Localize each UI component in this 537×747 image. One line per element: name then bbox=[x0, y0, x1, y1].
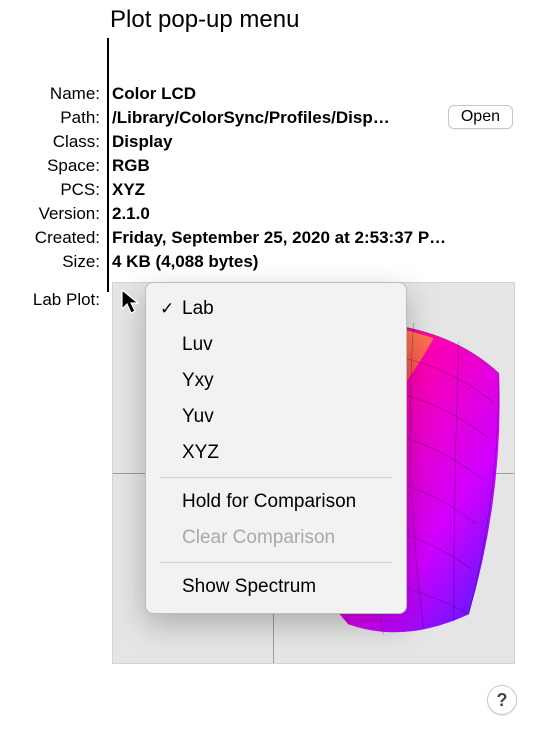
cursor-icon bbox=[121, 289, 143, 315]
menu-item-label: XYZ bbox=[182, 439, 219, 467]
value-created: Friday, September 25, 2020 at 2:53:37 P… bbox=[112, 226, 513, 250]
row-class: Class: Display bbox=[18, 130, 513, 154]
label-pcs: PCS: bbox=[18, 178, 104, 202]
menu-item-yuv[interactable]: Yuv bbox=[146, 399, 406, 435]
annotation-label: Plot pop-up menu bbox=[110, 6, 299, 34]
value-path: /Library/ColorSync/Profiles/Disp… bbox=[112, 106, 392, 130]
value-pcs: XYZ bbox=[112, 178, 513, 202]
value-version: 2.1.0 bbox=[112, 202, 513, 226]
menu-item-label: Show Spectrum bbox=[182, 573, 316, 601]
menu-item-label: Yxy bbox=[182, 367, 214, 395]
label-name: Name: bbox=[18, 82, 104, 106]
row-pcs: PCS: XYZ bbox=[18, 178, 513, 202]
menu-item-xyz[interactable]: XYZ bbox=[146, 435, 406, 471]
label-created: Created: bbox=[18, 226, 104, 250]
row-space: Space: RGB bbox=[18, 154, 513, 178]
value-class: Display bbox=[112, 130, 513, 154]
menu-item-clear-comparison: Clear Comparison bbox=[146, 520, 406, 556]
row-created: Created: Friday, September 25, 2020 at 2… bbox=[18, 226, 513, 250]
menu-item-label: Lab bbox=[182, 295, 214, 323]
label-version: Version: bbox=[18, 202, 104, 226]
menu-item-luv[interactable]: Luv bbox=[146, 327, 406, 363]
value-name: Color LCD bbox=[112, 82, 513, 106]
check-icon: ✓ bbox=[160, 295, 182, 323]
menu-item-yxy[interactable]: Yxy bbox=[146, 363, 406, 399]
menu-item-label: Hold for Comparison bbox=[182, 488, 356, 516]
label-plot: Lab Plot: bbox=[18, 288, 104, 312]
menu-item-label: Yuv bbox=[182, 403, 214, 431]
menu-separator bbox=[160, 477, 392, 478]
label-class: Class: bbox=[18, 130, 104, 154]
menu-item-label: Luv bbox=[182, 331, 213, 359]
menu-item-label: Clear Comparison bbox=[182, 524, 335, 552]
value-space: RGB bbox=[112, 154, 513, 178]
open-button[interactable]: Open bbox=[448, 105, 513, 129]
label-space: Space: bbox=[18, 154, 104, 178]
label-path: Path: bbox=[18, 106, 104, 130]
row-path: Path: /Library/ColorSync/Profiles/Disp… … bbox=[18, 106, 513, 130]
help-button[interactable]: ? bbox=[487, 685, 517, 715]
menu-separator bbox=[160, 562, 392, 563]
value-size: 4 KB (4,088 bytes) bbox=[112, 250, 513, 274]
row-name: Name: Color LCD bbox=[18, 82, 513, 106]
menu-item-lab[interactable]: ✓ Lab bbox=[146, 291, 406, 327]
row-version: Version: 2.1.0 bbox=[18, 202, 513, 226]
label-size: Size: bbox=[18, 250, 104, 274]
plot-popup-menu: ✓ Lab Luv Yxy Yuv XYZ Hold for Compariso… bbox=[145, 282, 407, 614]
menu-item-show-spectrum[interactable]: Show Spectrum bbox=[146, 569, 406, 605]
row-size: Size: 4 KB (4,088 bytes) bbox=[18, 250, 513, 274]
menu-item-hold-for-comparison[interactable]: Hold for Comparison bbox=[146, 484, 406, 520]
